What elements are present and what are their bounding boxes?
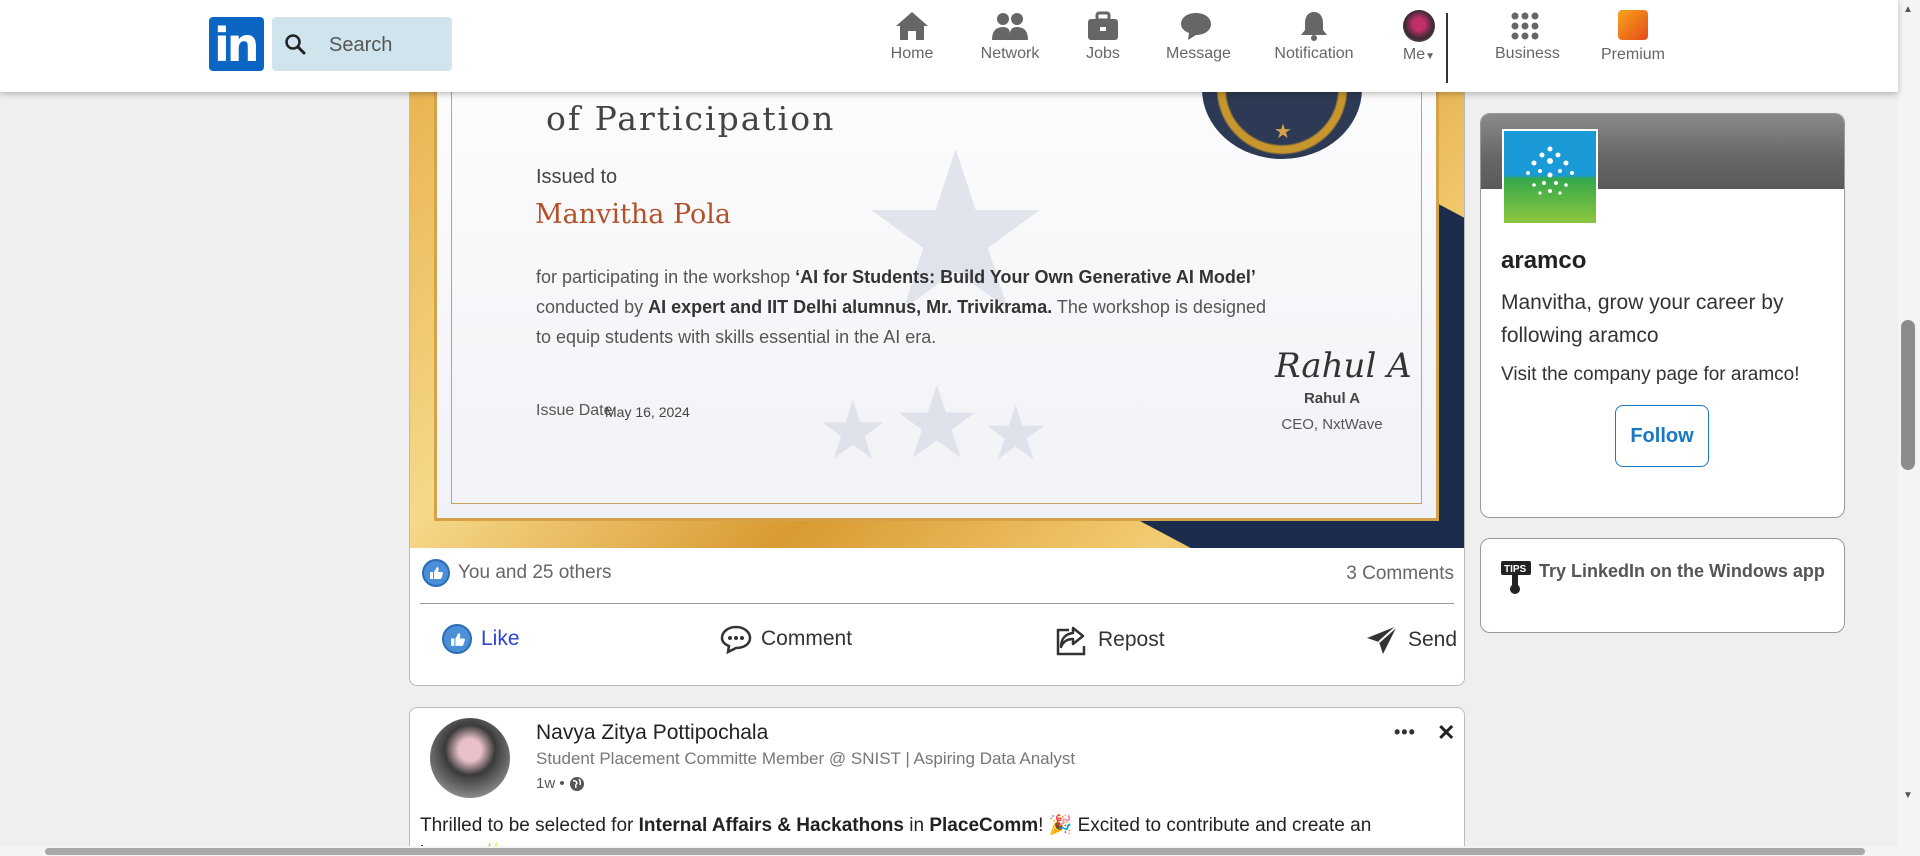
tip-text: Try LinkedIn on the Windows app (1539, 561, 1825, 581)
certificate-signer-name: Rahul A (1303, 390, 1361, 407)
nav-home[interactable]: Home (889, 10, 935, 63)
top-navigation-bar: in Search Home Network Jobs Message Noti… (0, 0, 1898, 92)
nav-notification-label: Notification (1274, 45, 1354, 62)
feed-post-certificate: ★ ★ ★ ★ of Participation Issued to Manvi… (409, 60, 1465, 686)
company-name[interactable]: aramco (1501, 247, 1586, 275)
scroll-up-icon[interactable]: ▲ (1903, 4, 1913, 15)
company-logo[interactable] (1502, 129, 1598, 225)
svg-text:TIPS: TIPS (1504, 564, 1527, 575)
certificate-image[interactable]: ★ ★ ★ ★ of Participation Issued to Manvi… (410, 61, 1464, 548)
search-input[interactable]: Search (329, 34, 392, 57)
nav-network[interactable]: Network (980, 10, 1040, 63)
reactions-summary[interactable]: You and 25 others (422, 559, 612, 587)
nav-jobs[interactable]: Jobs (1085, 10, 1121, 63)
nav-message[interactable]: Message (1166, 10, 1231, 63)
follow-button[interactable]: Follow (1615, 405, 1709, 467)
premium-icon (1618, 10, 1648, 40)
reactions-text: You and 25 others (458, 562, 612, 583)
briefcase-icon (1088, 11, 1118, 40)
certificate-recipient: Manvitha Pola (535, 199, 732, 230)
ad-visit-text: Visit the company page for aramco! (1501, 364, 1800, 385)
repost-button[interactable]: Repost (1055, 624, 1165, 656)
feed-post: Navya Zitya Pottipochala Student Placeme… (409, 707, 1465, 856)
post-divider (420, 603, 1454, 604)
certificate-body: for participating in the workshop ‘AI fo… (536, 267, 1266, 347)
like-label: Like (481, 627, 520, 650)
repost-icon (1056, 626, 1086, 656)
comment-label: Comment (761, 627, 853, 650)
like-button[interactable]: Like (442, 624, 520, 654)
nav-home-label: Home (890, 45, 934, 62)
repost-label: Repost (1098, 628, 1165, 651)
star-watermark-icon: ★ (982, 391, 1050, 475)
thumbs-up-icon (442, 624, 472, 654)
author-avatar[interactable] (430, 718, 510, 798)
linkedin-logo[interactable]: in (209, 17, 264, 72)
tips-icon: TIPS (1501, 561, 1531, 594)
home-icon (896, 12, 928, 40)
company-follow-ad: aramco Manvitha, grow your career by fol… (1480, 113, 1845, 518)
bell-icon (1301, 12, 1327, 41)
nav-business[interactable]: Business (1495, 10, 1560, 63)
nav-message-label: Message (1166, 45, 1231, 62)
close-icon[interactable]: ✕ (1437, 720, 1455, 746)
thumbs-up-icon (422, 559, 450, 587)
vertical-scrollbar-thumb[interactable] (1901, 320, 1915, 470)
nav-network-label: Network (980, 45, 1040, 62)
send-icon (1367, 625, 1398, 654)
nav-premium-label: Premium (1600, 46, 1665, 63)
author-headline: Student Placement Committe Member @ SNIS… (536, 749, 1076, 768)
certificate-subtitle: of Participation (546, 99, 836, 138)
more-options-icon[interactable]: ••• (1394, 722, 1416, 743)
star-watermark-icon: ★ (892, 367, 982, 479)
windows-app-tip[interactable]: TIPS Try LinkedIn on the Windows app (1480, 538, 1845, 633)
star-watermark-icon: ★ (817, 386, 889, 475)
message-icon (1181, 13, 1211, 40)
comment-icon (720, 625, 752, 654)
send-button[interactable]: Send (1365, 624, 1457, 656)
nav-business-label: Business (1495, 45, 1560, 62)
comment-button[interactable]: Comment (720, 624, 852, 654)
nav-me[interactable]: Me▼ (1400, 10, 1438, 64)
network-icon (992, 13, 1028, 40)
author-name[interactable]: Navya Zitya Pottipochala (536, 721, 768, 745)
nav-jobs-label: Jobs (1086, 45, 1120, 62)
nav-notification[interactable]: Notification (1274, 10, 1354, 63)
certificate-signature: Rahul A (1275, 346, 1412, 386)
certificate-issue-date: May 16, 2024 (605, 404, 690, 420)
nav-divider (1446, 13, 1448, 83)
certificate-issued-label: Issued to (536, 166, 618, 188)
chevron-down-icon: ▼ (1425, 51, 1436, 62)
horizontal-scrollbar-thumb[interactable] (45, 848, 1865, 855)
globe-icon (569, 776, 584, 791)
nav-premium[interactable]: Premium (1600, 10, 1666, 64)
nav-me-label: Me (1402, 46, 1426, 63)
search-icon (285, 34, 306, 55)
grid-icon (1511, 12, 1539, 40)
comments-count[interactable]: 3 Comments (1346, 563, 1454, 585)
send-label: Send (1408, 628, 1458, 651)
certificate-signer-title: CEO, NxtWave (1281, 416, 1383, 433)
certificate-paper: ★ ★ ★ ★ of Participation Issued to Manvi… (434, 61, 1439, 521)
scroll-down-icon[interactable]: ▼ (1903, 790, 1913, 801)
ad-message: Manvitha, grow your career by following … (1501, 291, 1784, 347)
search-box[interactable]: Search (272, 17, 452, 71)
avatar (1403, 10, 1435, 42)
post-text: Thrilled to be selected for Internal Aff… (420, 815, 1372, 836)
post-timestamp: 1w • (536, 775, 585, 792)
